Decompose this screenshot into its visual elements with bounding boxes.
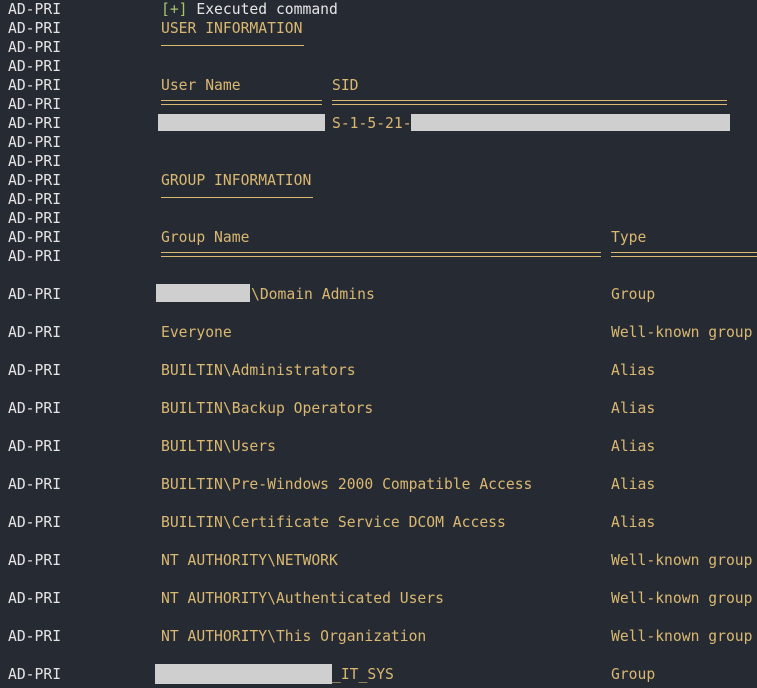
column-rule: [611, 252, 757, 257]
host-label: AD-PRI: [8, 39, 62, 56]
group-name: BUILTIN\Administrators: [161, 362, 356, 379]
group-type: Group: [611, 666, 656, 683]
column-rule: [161, 252, 601, 257]
host-label: AD-PRI: [8, 20, 62, 37]
group-type: Alias: [611, 438, 656, 455]
group-name: _IT_SYS: [332, 666, 394, 683]
sid-header: SID: [332, 77, 359, 94]
host-label: AD-PRI: [8, 191, 62, 208]
group-type: Well-known group: [611, 628, 753, 645]
redacted-user-name: [158, 114, 325, 131]
host-label: AD-PRI: [8, 210, 62, 227]
host-label: AD-PRI: [8, 628, 62, 645]
host-label: AD-PRI: [8, 666, 62, 683]
user-info-heading: USER INFORMATION: [161, 20, 303, 37]
host-label: AD-PRI: [8, 153, 62, 170]
heading-underline: [161, 197, 313, 198]
host-label: AD-PRI: [8, 324, 62, 341]
group-name: NT AUTHORITY\This Organization: [161, 628, 427, 645]
success-marker: [+]: [161, 1, 188, 18]
status-text: Executed command: [187, 1, 338, 18]
group-name: \Domain Admins: [251, 286, 375, 303]
group-name: Everyone: [161, 324, 232, 341]
group-type: Well-known group: [611, 590, 753, 607]
column-rule: [332, 100, 727, 105]
group-name: BUILTIN\Users: [161, 438, 276, 455]
sid-value: S-1-5-21-: [332, 115, 412, 132]
status-line: [+] Executed command: [161, 0, 338, 19]
group-name: NT AUTHORITY\Authenticated Users: [161, 590, 444, 607]
column-rule: [161, 100, 322, 105]
group-info-heading: GROUP INFORMATION: [161, 172, 312, 189]
host-label: AD-PRI: [8, 172, 62, 189]
redacted-domain: [156, 284, 250, 302]
group-type: Alias: [611, 400, 656, 417]
group-type: Group: [611, 286, 656, 303]
host-label: AD-PRI: [8, 248, 62, 265]
type-header: Type: [611, 229, 647, 246]
host-label: AD-PRI: [8, 229, 62, 246]
host-label: AD-PRI: [8, 96, 62, 113]
user-name-header: User Name: [161, 77, 241, 94]
group-name: BUILTIN\Pre-Windows 2000 Compatible Acce…: [161, 476, 533, 493]
host-label: AD-PRI: [8, 400, 62, 417]
host-label: AD-PRI: [8, 362, 62, 379]
host-label: AD-PRI: [8, 58, 62, 75]
host-label: AD-PRI: [8, 1, 62, 18]
group-name-header: Group Name: [161, 229, 250, 246]
group-type: Well-known group: [611, 552, 753, 569]
host-label: AD-PRI: [8, 476, 62, 493]
host-label: AD-PRI: [8, 286, 62, 303]
group-name: BUILTIN\Backup Operators: [161, 400, 374, 417]
group-name: NT AUTHORITY\NETWORK: [161, 552, 338, 569]
host-label: AD-PRI: [8, 514, 62, 531]
group-type: Alias: [611, 476, 656, 493]
host-label: AD-PRI: [8, 438, 62, 455]
group-name: BUILTIN\Certificate Service DCOM Access: [161, 514, 506, 531]
group-type: Alias: [611, 514, 656, 531]
host-label: AD-PRI: [8, 77, 62, 94]
heading-underline: [161, 45, 304, 46]
group-type: Alias: [611, 362, 656, 379]
redacted-sid: [411, 114, 730, 131]
group-type: Well-known group: [611, 324, 753, 341]
host-label: AD-PRI: [8, 115, 62, 132]
host-label: AD-PRI: [8, 134, 62, 151]
host-label: AD-PRI: [8, 590, 62, 607]
host-label: AD-PRI: [8, 552, 62, 569]
redacted-group-prefix: [155, 664, 332, 684]
